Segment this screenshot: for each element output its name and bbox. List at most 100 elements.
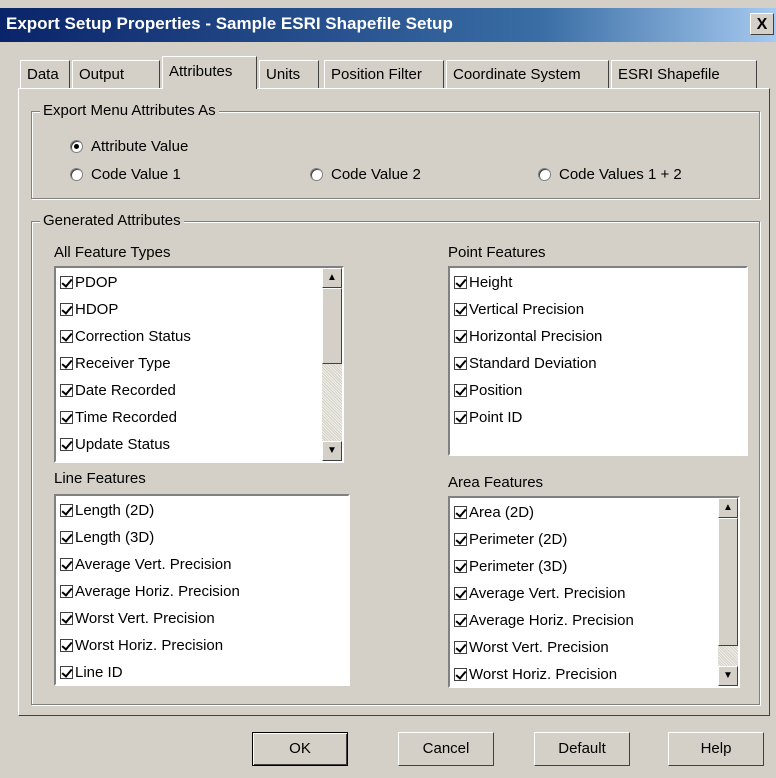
list-item[interactable]: Vertical Precision — [454, 297, 602, 324]
list-item[interactable]: Line ID — [60, 660, 240, 684]
checkbox-checked-icon[interactable] — [454, 560, 467, 573]
tab-panel: Export Menu Attributes As Attribute Valu… — [18, 88, 770, 716]
list-item[interactable]: Length (3D) — [60, 525, 240, 552]
list-item[interactable]: Worst Vert. Precision — [60, 606, 240, 633]
checkbox-checked-icon[interactable] — [60, 303, 73, 316]
scroll-thumb[interactable] — [718, 518, 738, 646]
area-features-list[interactable]: Area (2D) Perimeter (2D) Perimeter (3D) … — [448, 496, 740, 688]
list-item[interactable]: Average Horiz. Precision — [60, 579, 240, 606]
checkbox-checked-icon[interactable] — [454, 384, 467, 397]
area-features-label: Area Features — [448, 474, 544, 491]
radio-attribute-value[interactable]: Attribute Value — [70, 138, 188, 155]
tab-units[interactable]: Units — [259, 60, 319, 88]
checkbox-checked-icon[interactable] — [454, 276, 467, 289]
list-item[interactable]: Area (2D) — [454, 500, 634, 527]
all-feature-types-list[interactable]: PDOP HDOP Correction Status Receiver Typ… — [54, 266, 344, 463]
dialog-window: Export Setup Properties - Sample ESRI Sh… — [0, 0, 776, 778]
tab-coordinate-system[interactable]: Coordinate System — [446, 60, 609, 88]
checkbox-checked-icon[interactable] — [60, 558, 73, 571]
list-item[interactable]: Worst Horiz. Precision — [60, 633, 240, 660]
list-item[interactable]: Average Horiz. Precision — [454, 608, 634, 635]
list-item[interactable]: Perimeter (2D) — [454, 527, 634, 554]
checkbox-checked-icon[interactable] — [454, 587, 467, 600]
line-features-list[interactable]: Length (2D) Length (3D) Average Vert. Pr… — [54, 494, 350, 686]
scroll-up-arrow-icon[interactable]: ▲ — [322, 268, 342, 288]
checkbox-checked-icon[interactable] — [454, 411, 467, 424]
tab-data[interactable]: Data — [20, 60, 70, 88]
line-features-items: Length (2D) Length (3D) Average Vert. Pr… — [60, 498, 240, 684]
list-item[interactable]: PDOP — [60, 270, 191, 297]
help-button[interactable]: Help — [668, 732, 764, 766]
checkbox-checked-icon[interactable] — [454, 614, 467, 627]
point-features-items: Height Vertical Precision Horizontal Pre… — [454, 270, 602, 432]
list-item[interactable]: Perimeter (3D) — [454, 554, 634, 581]
list-item[interactable]: Position — [454, 378, 602, 405]
list-item[interactable]: Correction Status — [60, 324, 191, 351]
radio-code-value-1[interactable]: Code Value 1 — [70, 166, 181, 183]
list-item[interactable]: Length (2D) — [60, 498, 240, 525]
checkbox-checked-icon[interactable] — [60, 639, 73, 652]
default-button[interactable]: Default — [534, 732, 630, 766]
list-item[interactable]: Worst Horiz. Precision — [454, 662, 634, 686]
area-features-items: Area (2D) Perimeter (2D) Perimeter (3D) … — [454, 500, 634, 686]
list-item[interactable]: Standard Deviation — [454, 351, 602, 378]
scroll-up-arrow-icon[interactable]: ▲ — [718, 498, 738, 518]
list-item[interactable]: Height — [454, 270, 602, 297]
list-item[interactable]: Average Vert. Precision — [454, 581, 634, 608]
tab-position-filter[interactable]: Position Filter — [324, 60, 444, 88]
all-feature-types-label: All Feature Types — [54, 244, 171, 261]
checkbox-checked-icon[interactable] — [60, 612, 73, 625]
line-features-label: Line Features — [54, 470, 146, 487]
list-item[interactable]: HDOP — [60, 297, 191, 324]
checkbox-checked-icon[interactable] — [60, 330, 73, 343]
close-button[interactable]: X — [750, 13, 774, 35]
checkbox-checked-icon[interactable] — [60, 585, 73, 598]
export-group-label: Export Menu Attributes As — [40, 102, 219, 119]
cancel-button[interactable]: Cancel — [398, 732, 494, 766]
radio-unselected-icon — [70, 168, 83, 181]
area-features-scrollbar[interactable]: ▲ ▼ — [718, 498, 738, 686]
point-features-list[interactable]: Height Vertical Precision Horizontal Pre… — [448, 266, 748, 456]
checkbox-checked-icon[interactable] — [60, 666, 73, 679]
checkbox-checked-icon[interactable] — [60, 438, 73, 451]
export-attributes-group: Export Menu Attributes As Attribute Valu… — [31, 102, 760, 199]
scroll-down-arrow-icon[interactable]: ▼ — [322, 441, 342, 461]
list-item[interactable]: Point ID — [454, 405, 602, 432]
checkbox-checked-icon[interactable] — [60, 384, 73, 397]
list-item[interactable]: Time Recorded — [60, 405, 191, 432]
point-features-label: Point Features — [448, 244, 546, 261]
checkbox-checked-icon[interactable] — [454, 303, 467, 316]
radio-selected-icon — [70, 140, 83, 153]
tab-output[interactable]: Output — [72, 60, 160, 88]
radio-code-values-1-2[interactable]: Code Values 1 + 2 — [538, 166, 682, 183]
list-item[interactable]: Receiver Type — [60, 351, 191, 378]
list-item[interactable]: Worst Vert. Precision — [454, 635, 634, 662]
ok-button[interactable]: OK — [252, 732, 348, 766]
checkbox-checked-icon[interactable] — [454, 506, 467, 519]
tab-attributes[interactable]: Attributes — [162, 56, 257, 89]
generated-group-label: Generated Attributes — [40, 212, 184, 229]
checkbox-checked-icon[interactable] — [60, 504, 73, 517]
list-item[interactable]: Horizontal Precision — [454, 324, 602, 351]
radio-unselected-icon — [310, 168, 323, 181]
radio-unselected-icon — [538, 168, 551, 181]
checkbox-checked-icon[interactable] — [454, 357, 467, 370]
checkbox-checked-icon[interactable] — [454, 641, 467, 654]
scroll-thumb[interactable] — [322, 288, 342, 364]
all-feature-types-scrollbar[interactable]: ▲ ▼ — [322, 268, 342, 461]
checkbox-checked-icon[interactable] — [454, 533, 467, 546]
list-item[interactable]: Update Status — [60, 432, 191, 459]
title-bar[interactable]: Export Setup Properties - Sample ESRI Sh… — [0, 8, 776, 42]
checkbox-checked-icon[interactable] — [60, 357, 73, 370]
checkbox-checked-icon[interactable] — [60, 411, 73, 424]
checkbox-checked-icon[interactable] — [454, 330, 467, 343]
window-title: Export Setup Properties - Sample ESRI Sh… — [6, 14, 453, 33]
checkbox-checked-icon[interactable] — [60, 276, 73, 289]
radio-code-value-2[interactable]: Code Value 2 — [310, 166, 421, 183]
scroll-down-arrow-icon[interactable]: ▼ — [718, 666, 738, 686]
checkbox-checked-icon[interactable] — [60, 531, 73, 544]
list-item[interactable]: Date Recorded — [60, 378, 191, 405]
list-item[interactable]: Average Vert. Precision — [60, 552, 240, 579]
checkbox-checked-icon[interactable] — [454, 668, 467, 681]
tab-esri-shapefile[interactable]: ESRI Shapefile — [611, 60, 757, 88]
